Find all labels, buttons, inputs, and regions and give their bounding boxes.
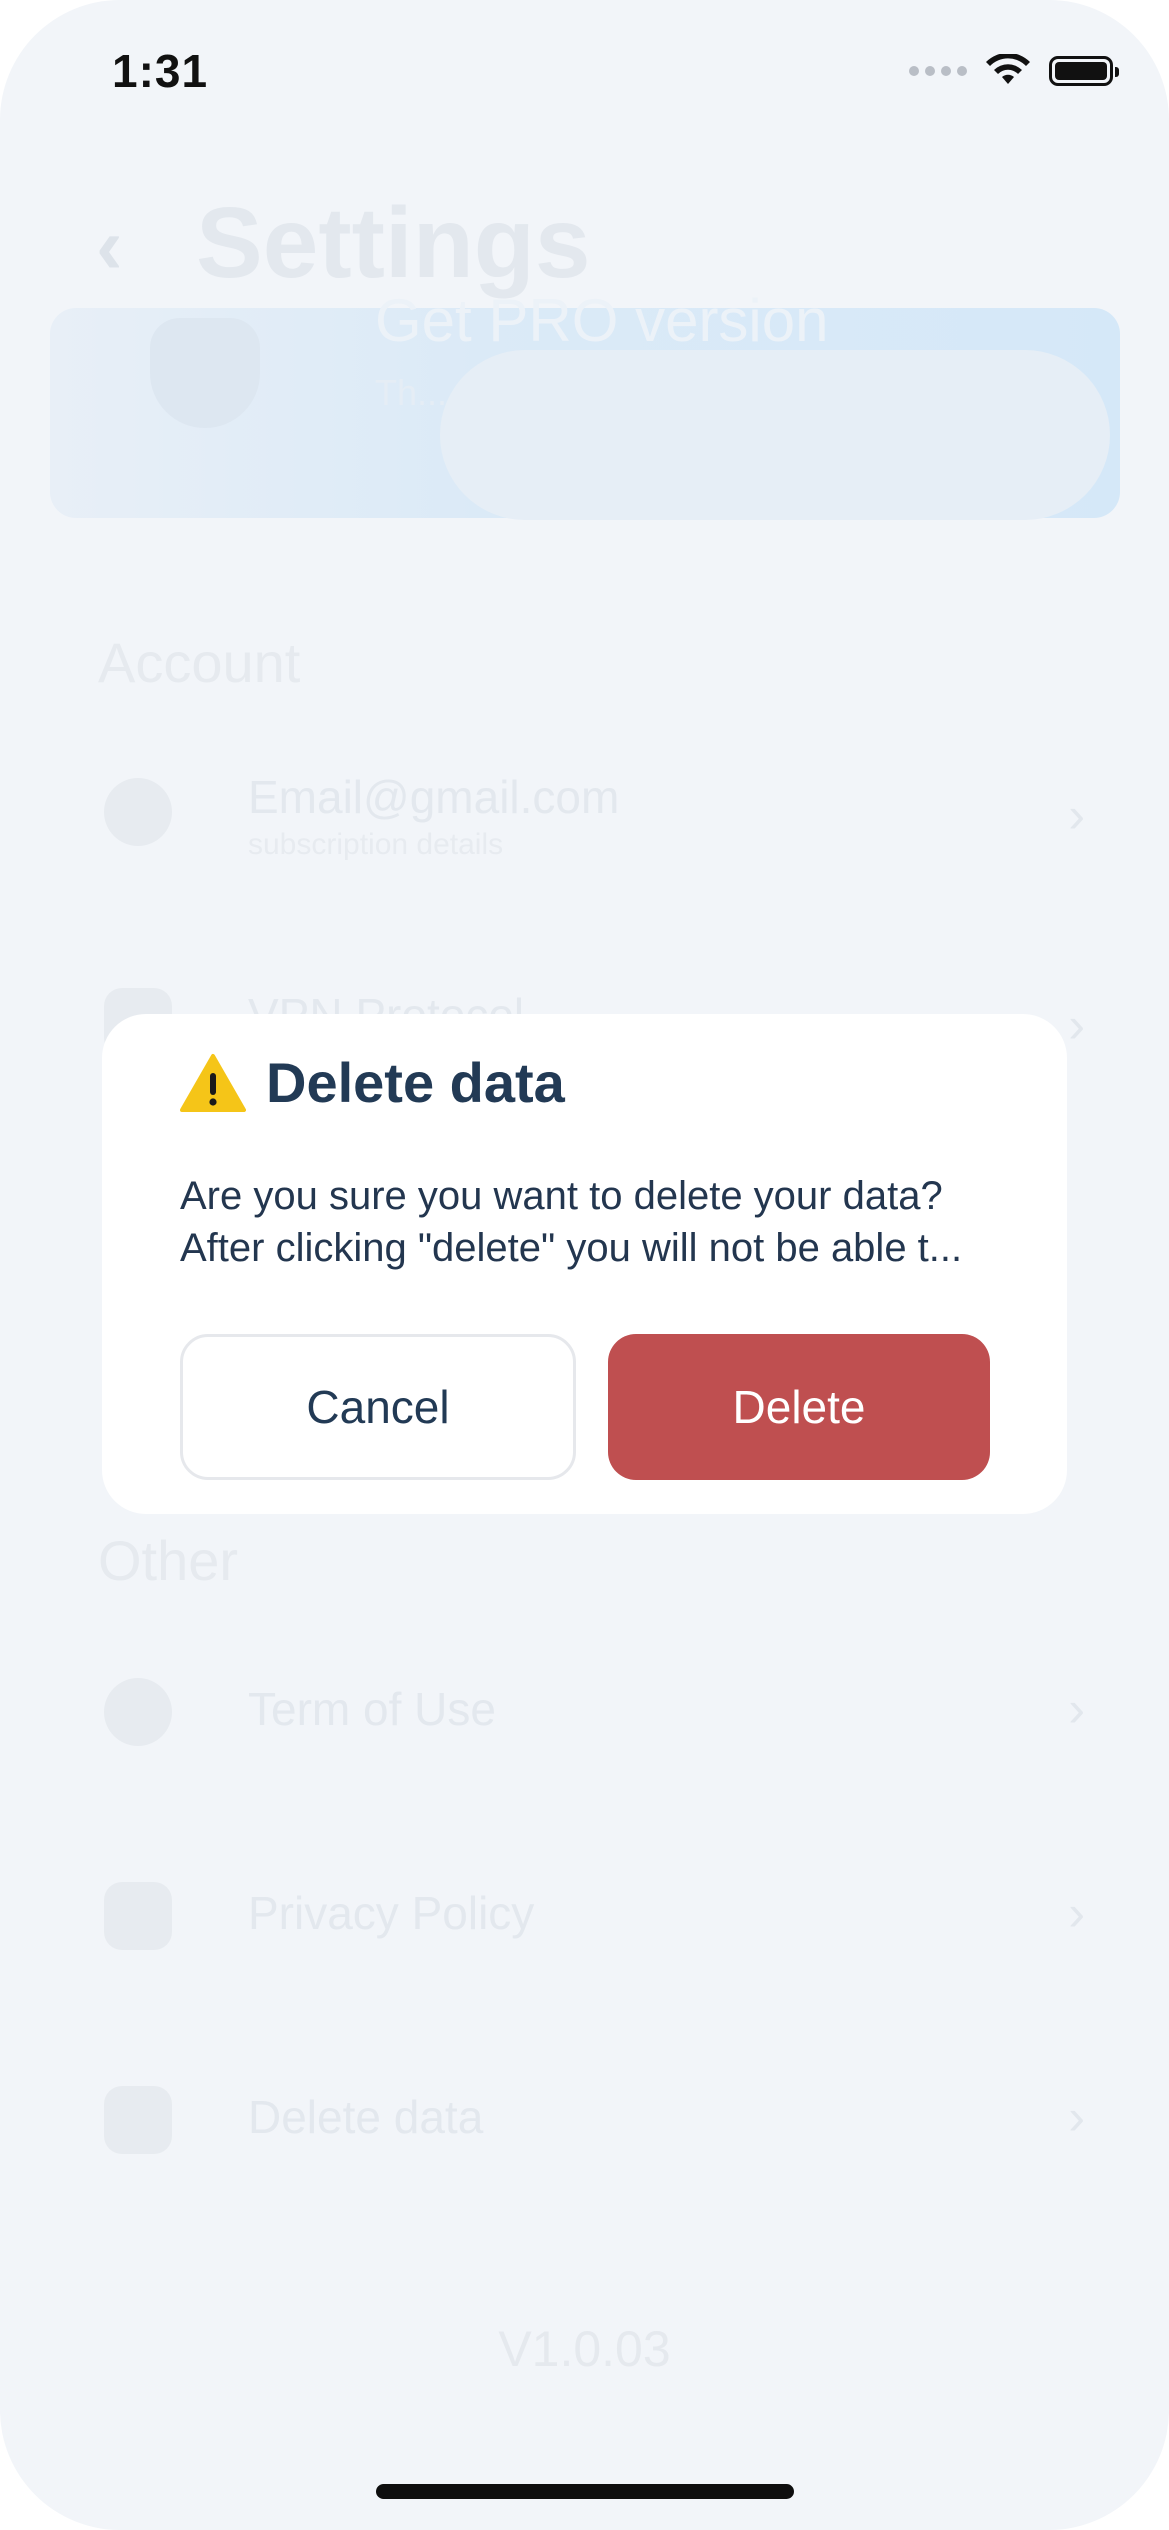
list-item-delete-data: Delete data › (0, 2060, 1169, 2180)
list-item-label: Privacy Policy (248, 1887, 535, 1939)
list-item-label: Term of Use (248, 1683, 496, 1735)
shield-icon (150, 318, 260, 428)
dialog-message-line: Are you sure you want to delete your dat… (180, 1174, 943, 1218)
list-item-term-of-use: Term of Use › (0, 1652, 1169, 1772)
list-item-label: Delete data (248, 2091, 484, 2143)
dialog-message: Are you sure you want to delete your dat… (180, 1170, 1000, 1274)
dialog-header: Delete data (180, 1050, 565, 1115)
home-indicator[interactable] (376, 2484, 794, 2499)
list-item-sublabel: subscription details (248, 828, 504, 861)
section-title-other: Other (98, 1529, 239, 1592)
chevron-right-icon: › (1068, 2089, 1085, 2145)
list-icon (104, 1882, 172, 1950)
warning-icon (180, 1053, 246, 1112)
chevron-right-icon: › (1068, 1885, 1085, 1941)
phone-screen: 1:31 ‹ Settings Get PRO version Th... Ac… (0, 0, 1169, 2530)
app-version: V1.0.03 (498, 2321, 671, 2377)
page-title: Settings (196, 187, 591, 299)
chevron-right-icon: › (1068, 787, 1085, 843)
user-icon (104, 778, 172, 846)
list-item-privacy-policy: Privacy Policy › (0, 1856, 1169, 1976)
list-item-email: Email@gmail.com subscription details › (0, 752, 1169, 872)
cloud-illustration (440, 350, 1110, 520)
chevron-right-icon: › (1068, 997, 1085, 1053)
pro-card-title: Get PRO version (375, 287, 829, 354)
back-chevron-icon: ‹ (96, 201, 123, 290)
pro-card-subtitle: Th... (375, 372, 448, 413)
dialog-message-line: After clicking "delete" you will not be … (180, 1226, 963, 1270)
list-item-label: Email@gmail.com (248, 771, 620, 823)
trash-icon (104, 2086, 172, 2154)
delete-button[interactable]: Delete (608, 1334, 990, 1480)
section-title-account: Account (98, 631, 301, 694)
dialog-title: Delete data (266, 1051, 565, 1114)
delete-data-dialog: Delete data Are you sure you want to del… (102, 1014, 1067, 1514)
cancel-button[interactable]: Cancel (180, 1334, 576, 1480)
cc-icon (104, 1678, 172, 1746)
chevron-right-icon: › (1068, 1681, 1085, 1737)
